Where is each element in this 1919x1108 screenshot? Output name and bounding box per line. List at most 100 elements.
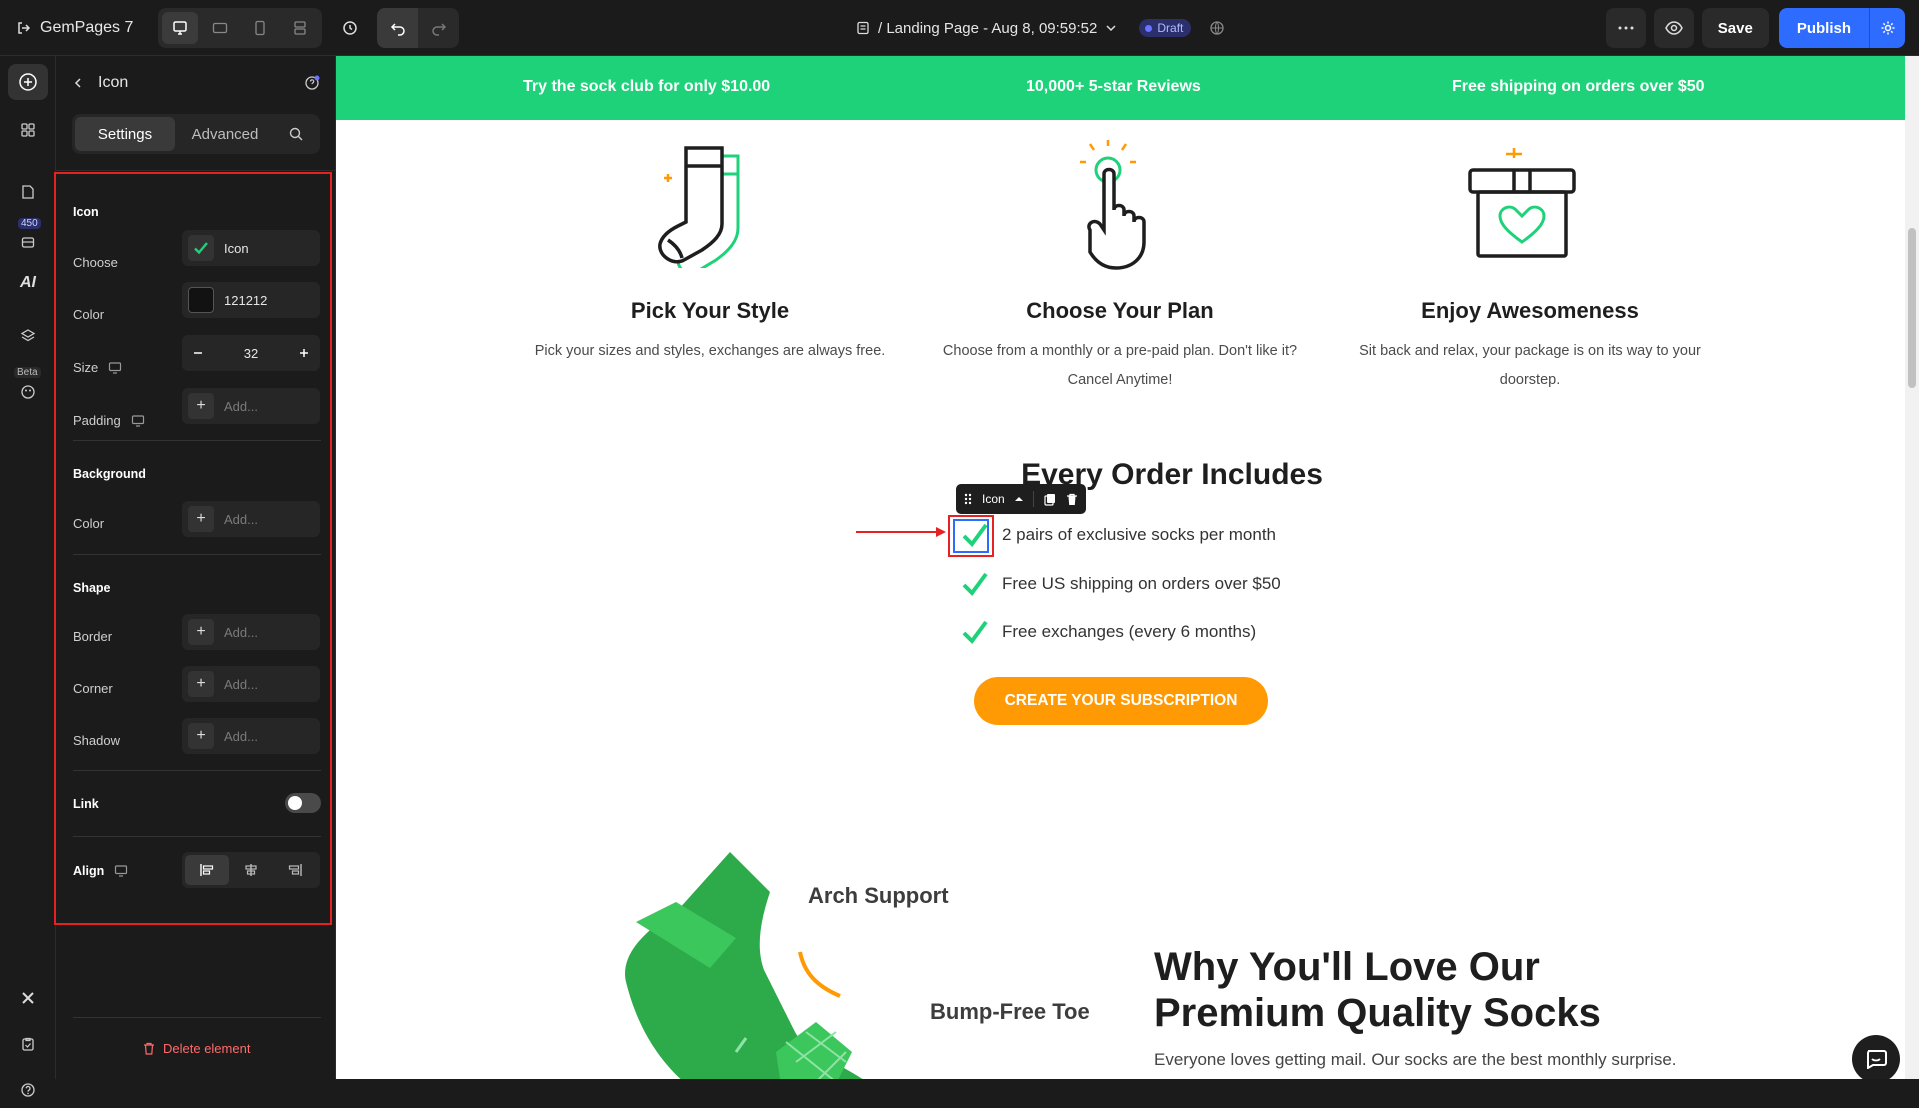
- icon-color-picker[interactable]: 121212: [182, 282, 320, 318]
- include-item: 2 pairs of exclusive socks per month: [956, 517, 1276, 553]
- border-add[interactable]: + Add...: [182, 614, 320, 650]
- include-item: Free US shipping on orders over $50: [956, 566, 1281, 602]
- tablet-landscape-view-button[interactable]: [202, 12, 238, 44]
- icon-section-title: Icon: [73, 205, 99, 219]
- back-chevron-icon[interactable]: [72, 77, 84, 89]
- gear-icon: [1881, 21, 1894, 35]
- padding-label: Padding: [73, 413, 145, 428]
- desktop-icon: [173, 21, 187, 35]
- tasks-button[interactable]: [8, 1026, 48, 1062]
- minus-icon[interactable]: [192, 347, 204, 359]
- promo-item: Try the sock club for only $10.00: [523, 78, 771, 95]
- document-icon: [22, 185, 34, 199]
- redo-icon: [431, 23, 446, 36]
- delete-element-button[interactable]: Delete element: [143, 1041, 250, 1056]
- theme-button[interactable]: [8, 374, 48, 410]
- sections-button[interactable]: [8, 224, 48, 260]
- left-rail: 450 AI Beta: [0, 56, 56, 1097]
- help-tour-icon[interactable]: [304, 75, 320, 91]
- search-settings-button[interactable]: [275, 117, 317, 151]
- exit-icon[interactable]: [16, 20, 32, 36]
- layers-box-icon: [21, 237, 35, 248]
- clipboard-icon: [22, 1037, 34, 1051]
- size-stepper: 32: [182, 335, 320, 371]
- background-color-label: Color: [73, 516, 105, 531]
- background-section-title: Background: [73, 467, 146, 481]
- app-logo[interactable]: GemPages 7: [16, 14, 133, 42]
- tap-hand-icon: [1080, 140, 1146, 270]
- layers-button[interactable]: [8, 318, 48, 354]
- more-button[interactable]: [1605, 8, 1646, 48]
- arrow-annotation: [856, 527, 946, 537]
- tab-settings[interactable]: Settings: [75, 117, 175, 151]
- x-integration-button[interactable]: [8, 980, 48, 1016]
- step-description: Sit back and relax, your package is on i…: [1359, 343, 1701, 388]
- toggle-knob: [288, 796, 302, 810]
- padding-add[interactable]: + Add...: [182, 388, 320, 424]
- layers-icon: [20, 329, 36, 342]
- add-element-button[interactable]: [8, 64, 48, 100]
- scrollbar-thumb[interactable]: [1908, 228, 1916, 388]
- undo-button[interactable]: [377, 8, 418, 48]
- checkmark-icon[interactable]: [961, 571, 989, 597]
- plus-icon: +: [188, 671, 214, 697]
- shadow-add[interactable]: + Add...: [182, 718, 320, 754]
- help-button[interactable]: [8, 1072, 48, 1108]
- create-subscription-button[interactable]: CREATE YOUR SUBSCRIPTION: [974, 677, 1268, 725]
- redo-button[interactable]: [418, 8, 459, 48]
- why-description: Everyone loves getting mail. Our socks a…: [1154, 1050, 1677, 1069]
- panel-header: Icon: [56, 56, 336, 110]
- publish-settings-button[interactable]: [1869, 8, 1905, 48]
- trash-icon[interactable]: [1066, 493, 1078, 506]
- pages-button[interactable]: [8, 174, 48, 210]
- element-type-label[interactable]: Icon: [982, 492, 1005, 506]
- step-title: Choose Your Plan: [1026, 298, 1214, 323]
- size-label: Size: [73, 360, 122, 375]
- toolbar-separator: [1032, 491, 1034, 507]
- step-title: Enjoy Awesomeness: [1421, 298, 1639, 323]
- plus-icon[interactable]: [298, 347, 310, 359]
- undo-redo-group: [377, 8, 459, 48]
- chat-launcher-button[interactable]: [1852, 1035, 1900, 1079]
- tab-advanced[interactable]: Advanced: [175, 117, 275, 151]
- editor-canvas[interactable]: Try the sock club for only $10.00 10,000…: [336, 56, 1905, 1079]
- arc-line-icon: [798, 951, 841, 998]
- apps-button[interactable]: [8, 112, 48, 148]
- size-value[interactable]: 32: [244, 346, 258, 361]
- publish-group: Publish: [1778, 8, 1905, 48]
- page-selector[interactable]: / Landing Page - Aug 8, 09:59:52 Draft: [856, 16, 1225, 40]
- status-badge: Draft: [1139, 19, 1192, 37]
- palette-icon: [21, 385, 35, 399]
- save-button[interactable]: Save: [1701, 8, 1769, 48]
- custom-view-button[interactable]: [282, 12, 318, 44]
- duplicate-icon[interactable]: [1044, 493, 1056, 506]
- publish-button[interactable]: Publish: [1778, 8, 1869, 48]
- preview-button[interactable]: [1653, 8, 1694, 48]
- desktop-view-button[interactable]: [162, 12, 198, 44]
- background-color-add[interactable]: + Add...: [182, 501, 320, 537]
- checkmark-icon[interactable]: [961, 619, 989, 645]
- align-right-button[interactable]: [273, 855, 317, 885]
- color-label: Color: [73, 307, 105, 322]
- corner-add[interactable]: + Add...: [182, 666, 320, 702]
- align-left-button[interactable]: [185, 855, 229, 885]
- mobile-view-button[interactable]: [242, 12, 278, 44]
- step-description: Pick your sizes and styles, exchanges ar…: [534, 343, 886, 359]
- step-title: Pick Your Style: [630, 298, 790, 323]
- align-left-icon: [200, 864, 214, 876]
- promo-bar: Try the sock club for only $10.00 10,000…: [336, 56, 1905, 120]
- globe-icon[interactable]: [1209, 20, 1225, 36]
- border-label: Border: [73, 629, 113, 644]
- icon-picker[interactable]: Icon: [182, 230, 320, 266]
- icon-color-value: 121212: [224, 292, 268, 308]
- align-center-button[interactable]: [229, 855, 273, 885]
- eye-icon: [1664, 21, 1683, 35]
- drag-handle-icon[interactable]: [964, 493, 972, 505]
- socks-icon: [658, 146, 740, 268]
- ai-button[interactable]: AI: [20, 274, 36, 292]
- align-center-icon: [245, 864, 257, 876]
- link-toggle[interactable]: [285, 793, 321, 813]
- history-button[interactable]: [334, 12, 366, 44]
- canvas-scrollbar[interactable]: [1905, 56, 1919, 1079]
- caret-up-icon[interactable]: [1014, 496, 1023, 502]
